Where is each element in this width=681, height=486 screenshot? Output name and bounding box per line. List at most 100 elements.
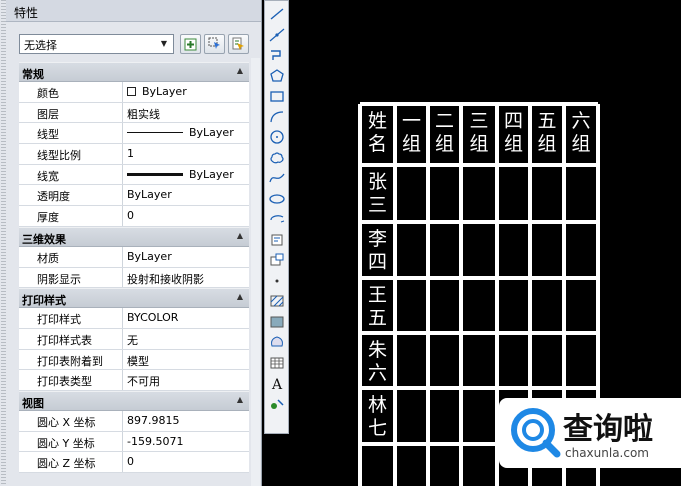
property-row[interactable]: 圆心 Y 坐标 -159.5071: [19, 431, 249, 453]
make-block-icon[interactable]: [268, 252, 286, 268]
property-value[interactable]: ByLayer: [123, 247, 249, 267]
property-value[interactable]: BYCOLOR: [123, 308, 249, 328]
arc-icon[interactable]: [268, 109, 286, 125]
property-value[interactable]: ByLayer: [123, 123, 249, 143]
color-swatch-icon: [127, 87, 136, 96]
property-row[interactable]: 透明度 ByLayer: [19, 185, 249, 207]
point-icon[interactable]: [268, 273, 286, 289]
property-row[interactable]: 打印样式表无: [19, 328, 249, 350]
category-header[interactable]: 视图 ▲: [19, 390, 249, 411]
property-row[interactable]: 线宽 ByLayer: [19, 164, 249, 186]
property-value[interactable]: -159.5071: [123, 432, 249, 452]
select-objects-button[interactable]: [204, 34, 225, 54]
property-key: 材质: [19, 246, 123, 267]
property-row[interactable]: 颜色 ByLayer: [19, 82, 249, 103]
category-label: 视图: [22, 396, 44, 410]
property-row[interactable]: 打印表附着到 模型: [19, 349, 249, 371]
category-header[interactable]: 常规 ▲: [19, 62, 249, 82]
selection-value: 无选择: [24, 39, 57, 52]
header-group-cell: 四组: [503, 110, 523, 155]
property-key: 线型比例: [19, 144, 123, 164]
property-value[interactable]: ByLayer: [123, 165, 249, 185]
property-key: 阴影显示: [19, 267, 123, 288]
property-value[interactable]: 897.9815: [123, 411, 249, 431]
property-row[interactable]: 阴影显示 投射和接收阴影: [19, 267, 249, 289]
property-row[interactable]: 线型比例 1: [19, 144, 249, 165]
property-key: 颜色: [19, 82, 123, 102]
collapse-icon[interactable]: ▲: [237, 66, 243, 75]
polyline-icon[interactable]: [268, 47, 286, 63]
toggle-pickadd-button[interactable]: [180, 34, 201, 54]
property-value[interactable]: ByLayer: [123, 82, 249, 102]
palette-grip[interactable]: [1, 0, 6, 486]
property-key: 图层: [19, 102, 123, 123]
gradient-icon[interactable]: [268, 314, 286, 330]
revision-cloud-icon[interactable]: [268, 150, 286, 166]
watermark: 查询啦 chaxunla.com: [499, 398, 681, 468]
header-group-cell: 六组: [571, 110, 591, 155]
ellipse-icon[interactable]: [268, 191, 286, 207]
category-header[interactable]: 三维效果 ▲: [19, 226, 249, 247]
property-key: 厚度: [19, 206, 123, 226]
header-group-cell: 二组: [434, 110, 454, 155]
magnifier-logo-icon: [511, 408, 561, 458]
quick-select-button[interactable]: [228, 34, 249, 54]
line-icon[interactable]: [268, 6, 286, 22]
collapse-icon[interactable]: ▲: [237, 395, 243, 404]
property-value-text: -159.5071: [127, 434, 184, 448]
property-key: 圆心 Z 坐标: [19, 452, 123, 472]
palette-title[interactable]: 特性: [6, 0, 261, 22]
property-value-text: ByLayer: [189, 126, 234, 140]
property-key: 透明度: [19, 185, 123, 206]
category-header[interactable]: 打印样式 ▲: [19, 288, 249, 309]
property-row[interactable]: 圆心 X 坐标 897.9815: [19, 410, 249, 432]
property-row[interactable]: 材质 ByLayer: [19, 246, 249, 268]
property-value[interactable]: ByLayer: [123, 185, 249, 205]
property-value-text: 不可用: [127, 375, 160, 389]
spline-icon[interactable]: [268, 170, 286, 186]
ellipse-arc-icon[interactable]: [268, 211, 286, 227]
property-row[interactable]: 厚度 0: [19, 206, 249, 227]
rectangle-icon[interactable]: [268, 88, 286, 104]
property-key: 圆心 Y 坐标: [19, 431, 123, 452]
property-value-text: 粗实线: [127, 107, 160, 121]
pickadd-icon: [184, 38, 197, 50]
header-name-cell: 姓名: [367, 110, 387, 155]
selection-dropdown[interactable]: 无选择 ▼: [19, 34, 174, 54]
add-selected-icon[interactable]: [268, 396, 286, 412]
construction-line-icon[interactable]: [268, 27, 286, 43]
property-row[interactable]: 打印表类型 不可用: [19, 370, 249, 391]
property-value[interactable]: 无: [123, 329, 249, 349]
watermark-brand: 查询啦: [563, 412, 653, 447]
student-name-cell: 李四: [367, 228, 387, 273]
chevron-down-icon: ▼: [160, 39, 168, 48]
property-value[interactable]: 1: [123, 144, 249, 164]
property-value[interactable]: 0: [123, 452, 249, 472]
property-value[interactable]: 投射和接收阴影: [123, 268, 249, 288]
circle-icon[interactable]: [268, 129, 286, 145]
table-icon[interactable]: [268, 355, 286, 371]
property-row[interactable]: 圆心 Z 坐标 0: [19, 452, 249, 473]
polygon-icon[interactable]: [268, 68, 286, 84]
property-row[interactable]: 线型 ByLayer: [19, 123, 249, 145]
property-key: 打印表类型: [19, 370, 123, 390]
property-value[interactable]: 0: [123, 206, 249, 226]
header-group-cell: 五组: [537, 110, 557, 155]
collapse-icon[interactable]: ▲: [237, 292, 243, 301]
property-row[interactable]: 图层 粗实线: [19, 102, 249, 124]
property-value-text: 无: [127, 333, 138, 347]
property-value-text: 1: [127, 147, 134, 161]
property-row[interactable]: 打印样式 BYCOLOR: [19, 308, 249, 329]
hatch-icon[interactable]: [268, 293, 286, 309]
multiline-text-icon[interactable]: A: [268, 375, 286, 391]
palette-title-label: 特性: [14, 6, 39, 20]
property-scrollbar[interactable]: [251, 58, 260, 486]
insert-block-icon[interactable]: [268, 232, 286, 248]
property-value[interactable]: 不可用: [123, 370, 249, 390]
collapse-icon[interactable]: ▲: [237, 231, 243, 240]
property-value[interactable]: 粗实线: [123, 103, 249, 123]
header-group-cell: 三组: [469, 110, 489, 155]
property-value[interactable]: 模型: [123, 350, 249, 370]
header-group-cell: 一组: [401, 110, 421, 155]
region-icon[interactable]: [268, 334, 286, 350]
